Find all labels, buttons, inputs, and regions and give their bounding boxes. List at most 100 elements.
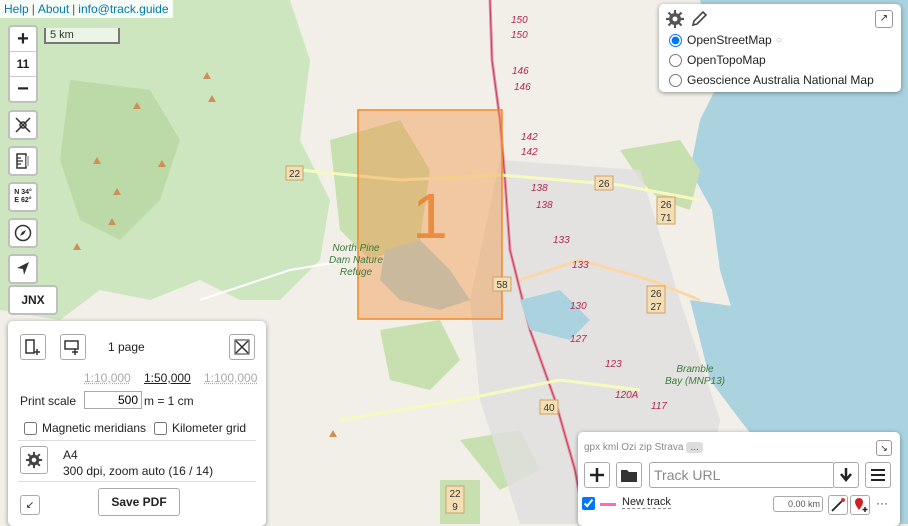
layer-radio-geoscience[interactable] [669, 73, 682, 87]
layer-options: OpenStreetMap ○ OpenTopoMap Geoscience A… [669, 30, 874, 90]
scale-option-50000[interactable]: 1:50,000 [144, 371, 191, 385]
expand-tracks-button[interactable]: ↘ [876, 440, 892, 456]
track-options-button[interactable]: ··· [876, 496, 888, 510]
layer-option[interactable]: Geoscience Australia National Map [669, 70, 874, 90]
magnetic-meridians-label: Magnetic meridians [42, 421, 147, 435]
email-link[interactable]: info@track.guide [78, 2, 168, 16]
jnx-button[interactable]: JNX [8, 285, 58, 315]
edit-layers-button[interactable] [689, 9, 709, 29]
header-links: Help | About | info@track.guide [0, 0, 173, 18]
expand-layers-button[interactable]: ↗ [875, 10, 893, 28]
kilometer-grid-checkbox[interactable] [154, 421, 167, 435]
coordinates-tool-button[interactable] [8, 110, 38, 140]
road-number: 138 [536, 200, 553, 211]
paper-settings-button[interactable] [20, 446, 48, 474]
download-arrow-icon [840, 468, 852, 482]
track-visible-checkbox[interactable] [582, 497, 595, 510]
svg-text:71: 71 [660, 213, 672, 224]
road-number: 130 [570, 301, 587, 312]
road-number: 142 [521, 147, 538, 158]
road-number: 146 [514, 82, 531, 93]
link-separator: | [72, 2, 76, 16]
kilometer-grid-label: Kilometer grid [172, 421, 247, 435]
remove-pages-button[interactable] [229, 334, 255, 360]
zoom-control: + 11 − [8, 25, 38, 103]
compass-icon [14, 224, 32, 242]
magnetic-meridians-checkbox[interactable] [24, 421, 37, 435]
track-color-swatch[interactable] [600, 503, 616, 506]
route-shield: 26 71 [656, 196, 676, 225]
elevation-tool-button[interactable] [8, 146, 38, 176]
gear-icon [25, 451, 43, 469]
scale-option-100000[interactable]: 1:100,000 [204, 371, 257, 385]
svg-text:22: 22 [289, 169, 301, 180]
layers-panel: ↗ OpenStreetMap ○ OpenTopoMap Geoscience… [659, 4, 901, 92]
tracks-panel: gpx kml Ozi zip Strava... ↘ Track URL Ne… [578, 432, 900, 526]
more-formats-button[interactable]: ... [686, 442, 703, 453]
locate-button[interactable] [8, 254, 38, 284]
add-landscape-page-button[interactable] [60, 334, 86, 360]
track-length: 0.00 km [773, 496, 823, 512]
kilometer-grid-option[interactable]: Kilometer grid [154, 421, 246, 435]
download-track-button[interactable] [833, 462, 859, 488]
portrait-page-add-icon [25, 339, 40, 355]
settings-button[interactable] [665, 9, 685, 29]
plus-icon [590, 468, 604, 482]
divider [18, 481, 256, 482]
bay-label-line2: Bay (MNP13) [665, 376, 725, 387]
draw-track-button[interactable] [828, 495, 848, 515]
layer-radio-opentopomap[interactable] [669, 53, 682, 67]
marker-add-icon [855, 498, 868, 512]
magnetic-meridians-option[interactable]: Magnetic meridians [24, 421, 146, 435]
about-link[interactable]: About [38, 2, 69, 16]
print-panel: 1 page 1:10,000 1:50,000 1:100,000 Print… [8, 321, 266, 526]
zoom-out-button[interactable]: − [10, 77, 36, 101]
svg-text:26: 26 [598, 179, 610, 190]
folder-icon [621, 470, 637, 482]
location-arrow-icon [17, 262, 29, 275]
route-shield: 58 [492, 276, 512, 292]
scale-option-10000[interactable]: 1:10,000 [84, 371, 131, 385]
layer-option[interactable]: OpenStreetMap ○ [669, 30, 874, 50]
remove-pages-icon [234, 339, 250, 355]
open-file-button[interactable] [616, 462, 642, 488]
page-count: 1 page [108, 340, 145, 354]
link-separator: | [31, 2, 35, 16]
supported-formats: gpx kml Ozi zip Strava... [584, 442, 703, 453]
layer-label: OpenTopoMap [687, 53, 766, 67]
layer-info-icon[interactable]: ○ [776, 35, 782, 46]
road-number: 150 [511, 15, 528, 26]
svg-text:58: 58 [496, 280, 508, 291]
collapse-print-panel-button[interactable]: ↙ [20, 495, 40, 515]
print-scale-input[interactable] [84, 391, 142, 409]
layer-label: Geoscience Australia National Map [687, 73, 874, 87]
layer-option[interactable]: OpenTopoMap [669, 50, 874, 70]
road-number: 142 [521, 132, 538, 143]
add-track-button[interactable] [584, 462, 610, 488]
svg-text:26: 26 [660, 200, 672, 211]
draw-line-icon [831, 498, 845, 512]
track-url-input[interactable]: Track URL [649, 462, 835, 488]
road-number: 127 [570, 334, 587, 345]
zoom-in-button[interactable]: + [10, 27, 36, 51]
road-number: 133 [553, 235, 570, 246]
road-number: 138 [531, 183, 548, 194]
road-number: 120A [615, 390, 639, 401]
formats-text: gpx kml Ozi zip Strava [584, 442, 684, 453]
hamburger-menu-icon [871, 469, 885, 481]
route-shield: 22 9 [445, 485, 465, 514]
print-scale-unit: m = 1 cm [144, 394, 194, 408]
layer-radio-openstreetmap[interactable] [669, 33, 682, 47]
crosshair-icon [15, 117, 31, 133]
track-name[interactable]: New track [622, 496, 671, 509]
help-link[interactable]: Help [4, 2, 29, 16]
route-shield: 40 [539, 399, 559, 415]
add-marker-button[interactable] [850, 495, 870, 515]
coordinate-format-button[interactable]: N 34° E 62° [8, 182, 38, 212]
ruler-icon [16, 153, 29, 169]
save-pdf-button[interactable]: Save PDF [98, 488, 180, 516]
add-portrait-page-button[interactable] [20, 334, 46, 360]
tracks-menu-button[interactable] [865, 462, 891, 488]
scale-bar: 5 km [44, 28, 120, 44]
compass-button[interactable] [8, 218, 38, 248]
